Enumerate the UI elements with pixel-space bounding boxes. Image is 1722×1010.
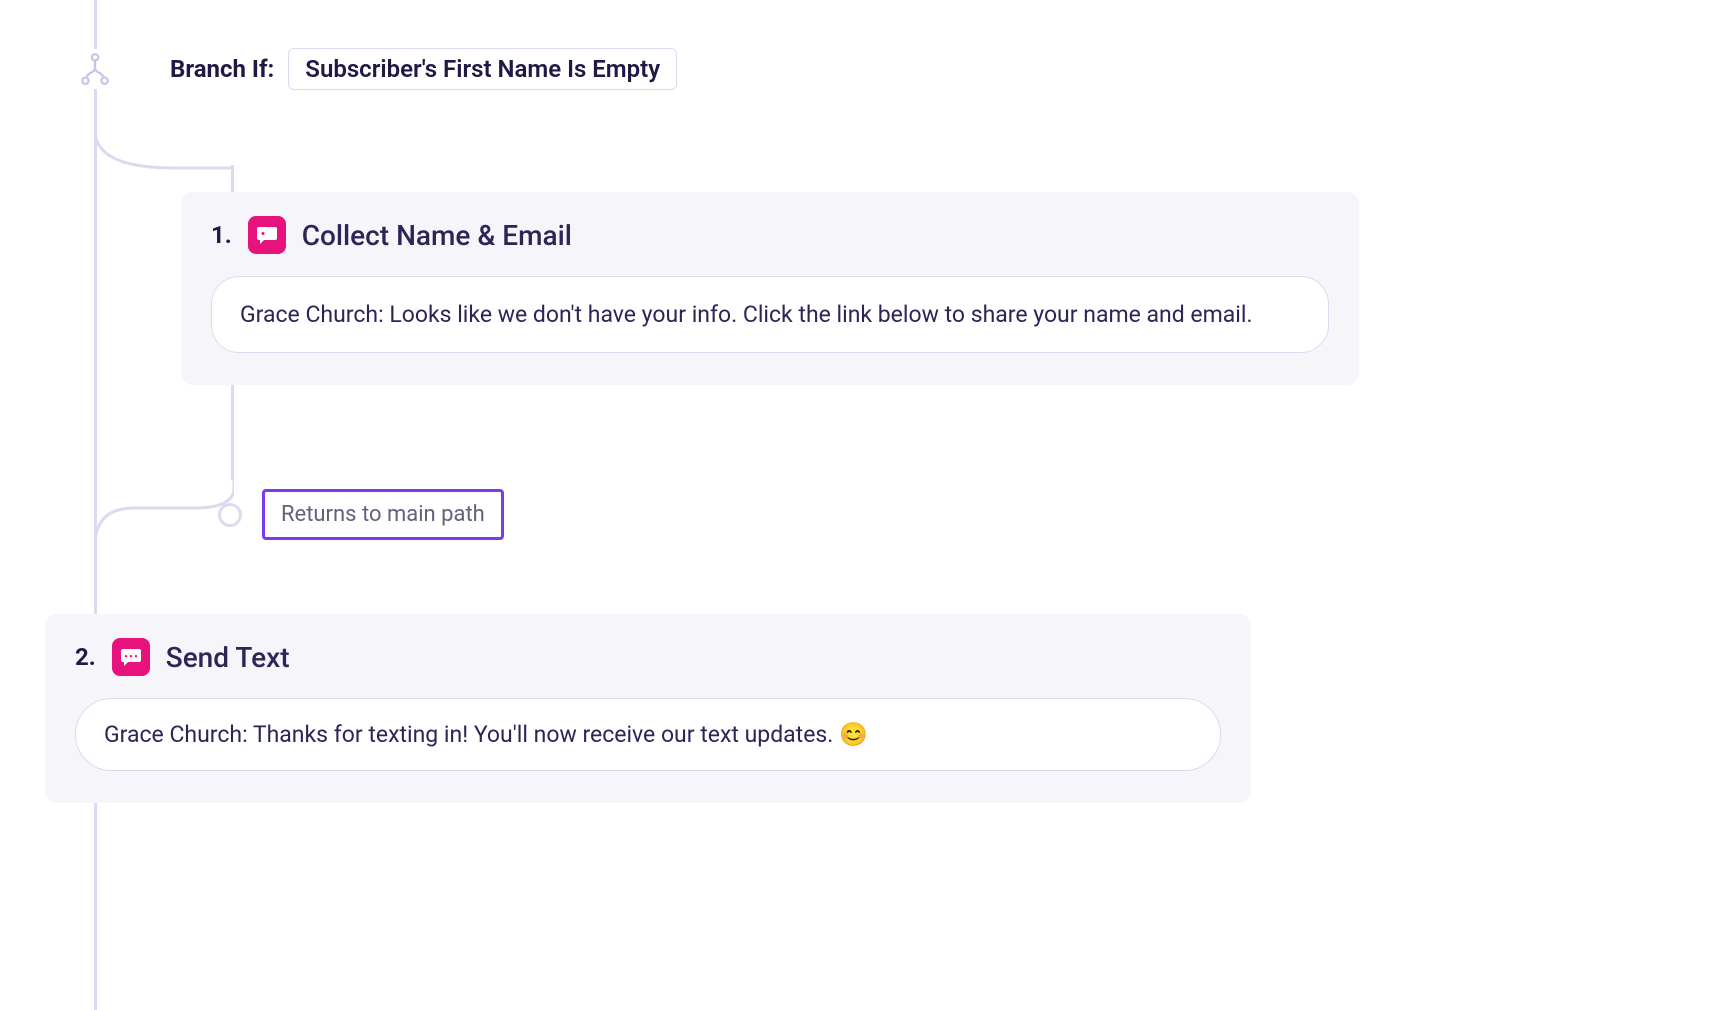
step-1-title: Collect Name & Email (302, 219, 572, 252)
branch-header: Branch If: Subscriber's First Name Is Em… (75, 48, 677, 90)
branch-if-label: Branch If: (170, 55, 274, 83)
branch-icon-wrap (75, 49, 115, 89)
step-card-2[interactable]: 2. Send Text Grace Church: Thanks for te… (45, 614, 1251, 803)
branch-icon (78, 52, 112, 86)
step-1-header: 1. Collect Name & Email (211, 216, 1329, 254)
branch-connector-top (94, 90, 234, 170)
collect-info-icon (248, 216, 286, 254)
step-2-message[interactable]: Grace Church: Thanks for texting in! You… (75, 698, 1221, 771)
step-2-number: 2. (75, 643, 96, 671)
return-node: Returns to main path (218, 489, 504, 540)
return-node-circle (218, 503, 242, 527)
send-text-icon (112, 638, 150, 676)
step-2-title: Send Text (166, 641, 290, 674)
branch-connector-bottom (94, 478, 234, 548)
step-card-1[interactable]: 1. Collect Name & Email Grace Church: Lo… (181, 192, 1359, 385)
step-2-header: 2. Send Text (75, 638, 1221, 676)
branch-condition-chip[interactable]: Subscriber's First Name Is Empty (288, 48, 677, 90)
step-1-message[interactable]: Grace Church: Looks like we don't have y… (211, 276, 1329, 353)
step-1-number: 1. (211, 221, 232, 249)
return-to-main-path-chip[interactable]: Returns to main path (262, 489, 504, 540)
